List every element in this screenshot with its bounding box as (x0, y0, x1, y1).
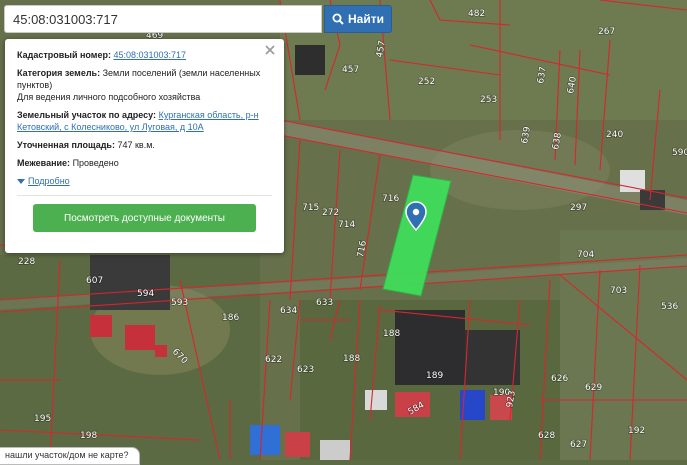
close-icon[interactable] (264, 44, 276, 56)
survey-row: Межевание: Проведено (17, 157, 272, 169)
parcel-number-label: 627 (570, 440, 587, 450)
parcel-number-label: 228 (18, 257, 35, 267)
parcel-number-label: 188 (343, 354, 360, 364)
search-bar: Найти (4, 5, 392, 33)
bottom-hint[interactable]: нашли участок/дом не карте? (0, 447, 140, 465)
parcel-number-label: 198 (80, 431, 97, 441)
parcel-number-label: 623 (297, 365, 314, 375)
survey-label: Межевание: (17, 158, 71, 168)
parcel-number-label: 590 (672, 148, 687, 158)
parcel-number-label: 704 (577, 250, 594, 260)
parcel-number-label: 633 (316, 298, 333, 308)
parcel-number-label: 628 (538, 431, 555, 441)
area-label: Уточненная площадь: (17, 140, 115, 150)
parcel-number-label: 703 (610, 286, 627, 296)
parcel-number-label: 186 (222, 313, 239, 323)
address-label: Земельный участок по адресу: (17, 110, 157, 120)
parcel-number-label: 634 (280, 306, 297, 316)
parcel-number-label: 457 (342, 65, 359, 75)
details-toggle-label: Подробно (28, 176, 70, 186)
parcel-number-label: 715 (302, 203, 319, 213)
land-usage-value: Для ведения личного подсобного хозяйства (17, 92, 201, 102)
land-category-row: Категория земель: Земли поселений (земли… (17, 67, 272, 103)
parcel-number-label: 622 (265, 355, 282, 365)
address-row: Земельный участок по адресу: Курганская … (17, 109, 272, 133)
search-button[interactable]: Найти (324, 5, 392, 33)
parcel-info-popup: Кадастровый номер: 45:08:031003:717 Кате… (5, 39, 284, 253)
parcel-number-label: 188 (383, 329, 400, 339)
triangle-down-icon (17, 178, 25, 184)
parcel-number-label: 594 (137, 289, 154, 299)
search-input[interactable] (4, 5, 322, 33)
parcel-number-label: 536 (661, 302, 678, 312)
parcel-number-label: 240 (606, 130, 623, 140)
details-toggle[interactable]: Подробно (17, 175, 272, 187)
parcel-number-label: 607 (86, 276, 103, 286)
search-button-label: Найти (348, 12, 384, 26)
cadastral-number-row: Кадастровый номер: 45:08:031003:717 (17, 49, 272, 61)
parcel-number-label: 192 (628, 426, 645, 436)
parcel-number-label: 267 (598, 27, 615, 37)
area-row: Уточненная площадь: 747 кв.м. (17, 139, 272, 151)
cadastral-number-link[interactable]: 45:08:031003:717 (113, 50, 186, 60)
search-icon (332, 13, 344, 25)
parcel-number-label: 297 (570, 203, 587, 213)
parcel-number-label: 195 (34, 414, 51, 424)
parcel-number-label: 189 (426, 371, 443, 381)
parcel-number-label: 252 (418, 77, 435, 87)
parcel-number-label: 482 (468, 9, 485, 19)
area-value: 747 кв.м. (117, 140, 155, 150)
parcel-number-label: 629 (585, 383, 602, 393)
parcel-number-label: 593 (171, 298, 188, 308)
view-documents-button[interactable]: Посмотреть доступные документы (33, 204, 256, 232)
parcel-number-label: 253 (480, 95, 497, 105)
divider (17, 195, 272, 196)
survey-value: Проведено (72, 158, 119, 168)
land-category-label: Категория земель: (17, 68, 101, 78)
parcel-number-label: 626 (551, 374, 568, 384)
cadastral-number-label: Кадастровый номер: (17, 50, 111, 60)
parcel-number-label: 272 (322, 208, 339, 218)
parcel-number-label: 716 (382, 194, 399, 204)
parcel-number-label: 714 (338, 220, 355, 230)
